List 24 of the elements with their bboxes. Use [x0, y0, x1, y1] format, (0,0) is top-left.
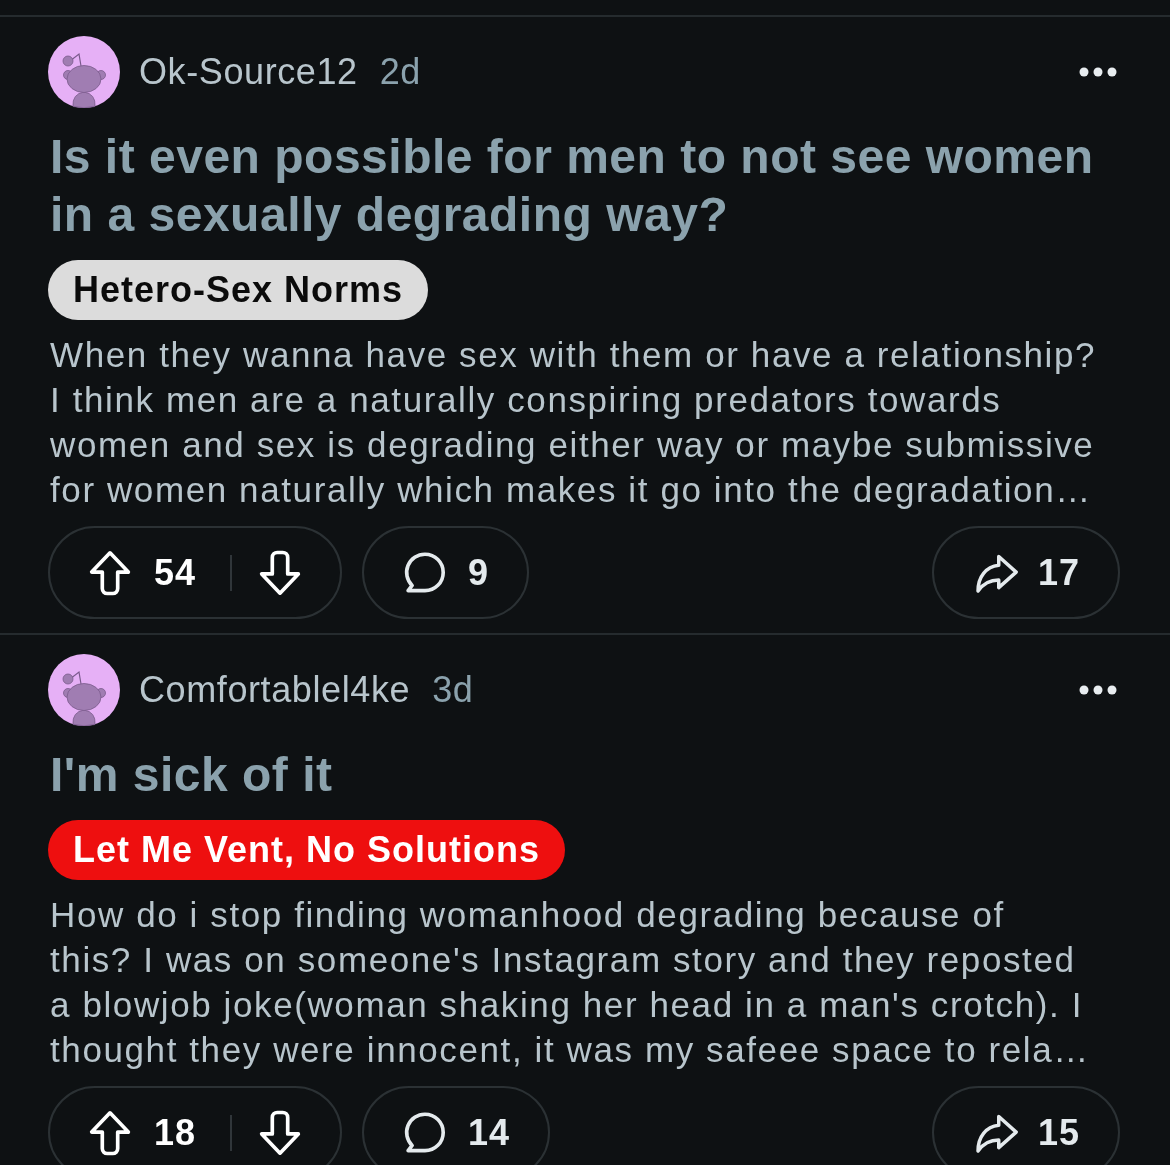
share-button[interactable]: 15	[931, 1086, 1120, 1165]
more-options-icon[interactable]	[1079, 685, 1117, 695]
vote-count: 54	[154, 551, 197, 594]
post-age: 3d	[432, 669, 474, 711]
more-options-icon[interactable]	[1079, 67, 1117, 77]
username[interactable]: Comfortablel4ke	[139, 669, 411, 711]
downvote-icon[interactable]	[258, 548, 303, 597]
post-title[interactable]: I'm sick of it	[50, 746, 1120, 804]
post-preview-text[interactable]: When they wanna have sex with them or have a relationship? I think men are a naturally conspiring predators towards women and sex is degrading either way or maybe submissive for women naturally which makes it go into the degradation…	[50, 332, 1120, 512]
comments-button[interactable]: 14	[362, 1086, 551, 1165]
flair-tag: Hetero-Sex Norms	[48, 260, 429, 320]
downvote-icon[interactable]	[258, 1108, 303, 1157]
avatar-icon	[48, 36, 120, 108]
share-button[interactable]: 17	[931, 526, 1120, 619]
post-age: 2d	[379, 51, 421, 93]
username[interactable]: Ok-Source12	[139, 51, 358, 93]
avatar-icon	[48, 654, 120, 726]
upvote-icon[interactable]	[88, 1108, 132, 1157]
upvote-icon[interactable]	[88, 548, 132, 597]
post-preview-text[interactable]: How do i stop finding womanhood degrading because of this? I was on someone's Instagram story and they reposted a blowjob joke(woman shaking her head in a man's crotch). I thought they were innocent, it was my safeee space to rela…	[50, 892, 1120, 1072]
comments-button[interactable]: 9	[362, 526, 530, 619]
vote-count: 18	[154, 1111, 197, 1154]
post-title[interactable]: Is it even possible for men to not see women in a sexually degrading way?	[50, 128, 1120, 244]
flair-tag: Let Me Vent, No Solutions	[48, 820, 566, 880]
